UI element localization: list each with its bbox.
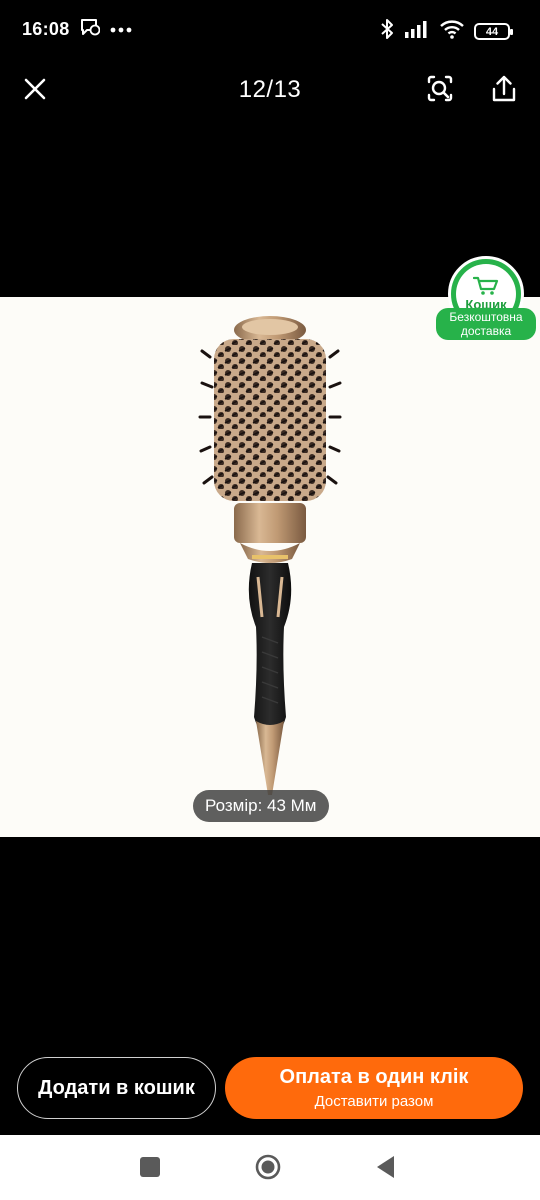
status-left: 16:08 bbox=[22, 18, 132, 41]
status-bar: 16:08 44 bbox=[0, 0, 540, 58]
screen: 16:08 44 12/13 Розмір: 43 Мм Кошик Безко… bbox=[0, 0, 540, 1200]
add-to-cart-button[interactable]: Додати в кошик bbox=[17, 1057, 216, 1119]
chat-notification-icon bbox=[80, 18, 100, 41]
status-right: 44 bbox=[380, 18, 513, 45]
shopping-cart-icon bbox=[473, 276, 499, 295]
back-triangle-icon[interactable] bbox=[374, 1154, 396, 1180]
status-time: 16:08 bbox=[22, 18, 70, 39]
battery-icon: 44 bbox=[474, 23, 513, 40]
home-circle-icon[interactable] bbox=[255, 1154, 281, 1180]
share-icon bbox=[492, 75, 516, 102]
bottom-actions: Додати в кошик Оплата в один клік Достав… bbox=[0, 1055, 540, 1121]
viewer-toolbar: 12/13 bbox=[0, 60, 540, 120]
close-button[interactable] bbox=[18, 72, 52, 106]
signal-icon bbox=[404, 19, 430, 44]
round-hair-brush-illustration bbox=[198, 316, 342, 795]
more-dots-icon bbox=[110, 20, 132, 38]
wifi-icon bbox=[440, 19, 464, 44]
deliver-together-label: Доставити разом bbox=[314, 1093, 434, 1110]
close-icon bbox=[24, 78, 46, 100]
recents-square-icon[interactable] bbox=[140, 1157, 160, 1177]
lens-search-button[interactable] bbox=[423, 72, 457, 106]
image-counter: 12/13 bbox=[238, 76, 302, 103]
system-navigation-bar bbox=[0, 1135, 540, 1200]
free-delivery-ribbon: Безкоштовна доставка bbox=[436, 308, 536, 340]
bluetooth-icon bbox=[380, 18, 394, 45]
one-click-buy-label: Оплата в один клік bbox=[279, 1066, 469, 1088]
cart-badge[interactable]: Кошик Безкоштовна доставка bbox=[436, 256, 536, 342]
free-delivery-line1: Безкоштовна bbox=[449, 310, 523, 324]
size-label-chip[interactable]: Розмір: 43 Мм bbox=[193, 790, 329, 822]
share-button[interactable] bbox=[487, 72, 521, 106]
one-click-buy-button[interactable]: Оплата в один клік Доставити разом bbox=[225, 1057, 523, 1119]
lens-search-icon bbox=[427, 75, 453, 102]
product-image[interactable] bbox=[0, 297, 540, 837]
free-delivery-line2: доставка bbox=[460, 324, 512, 338]
